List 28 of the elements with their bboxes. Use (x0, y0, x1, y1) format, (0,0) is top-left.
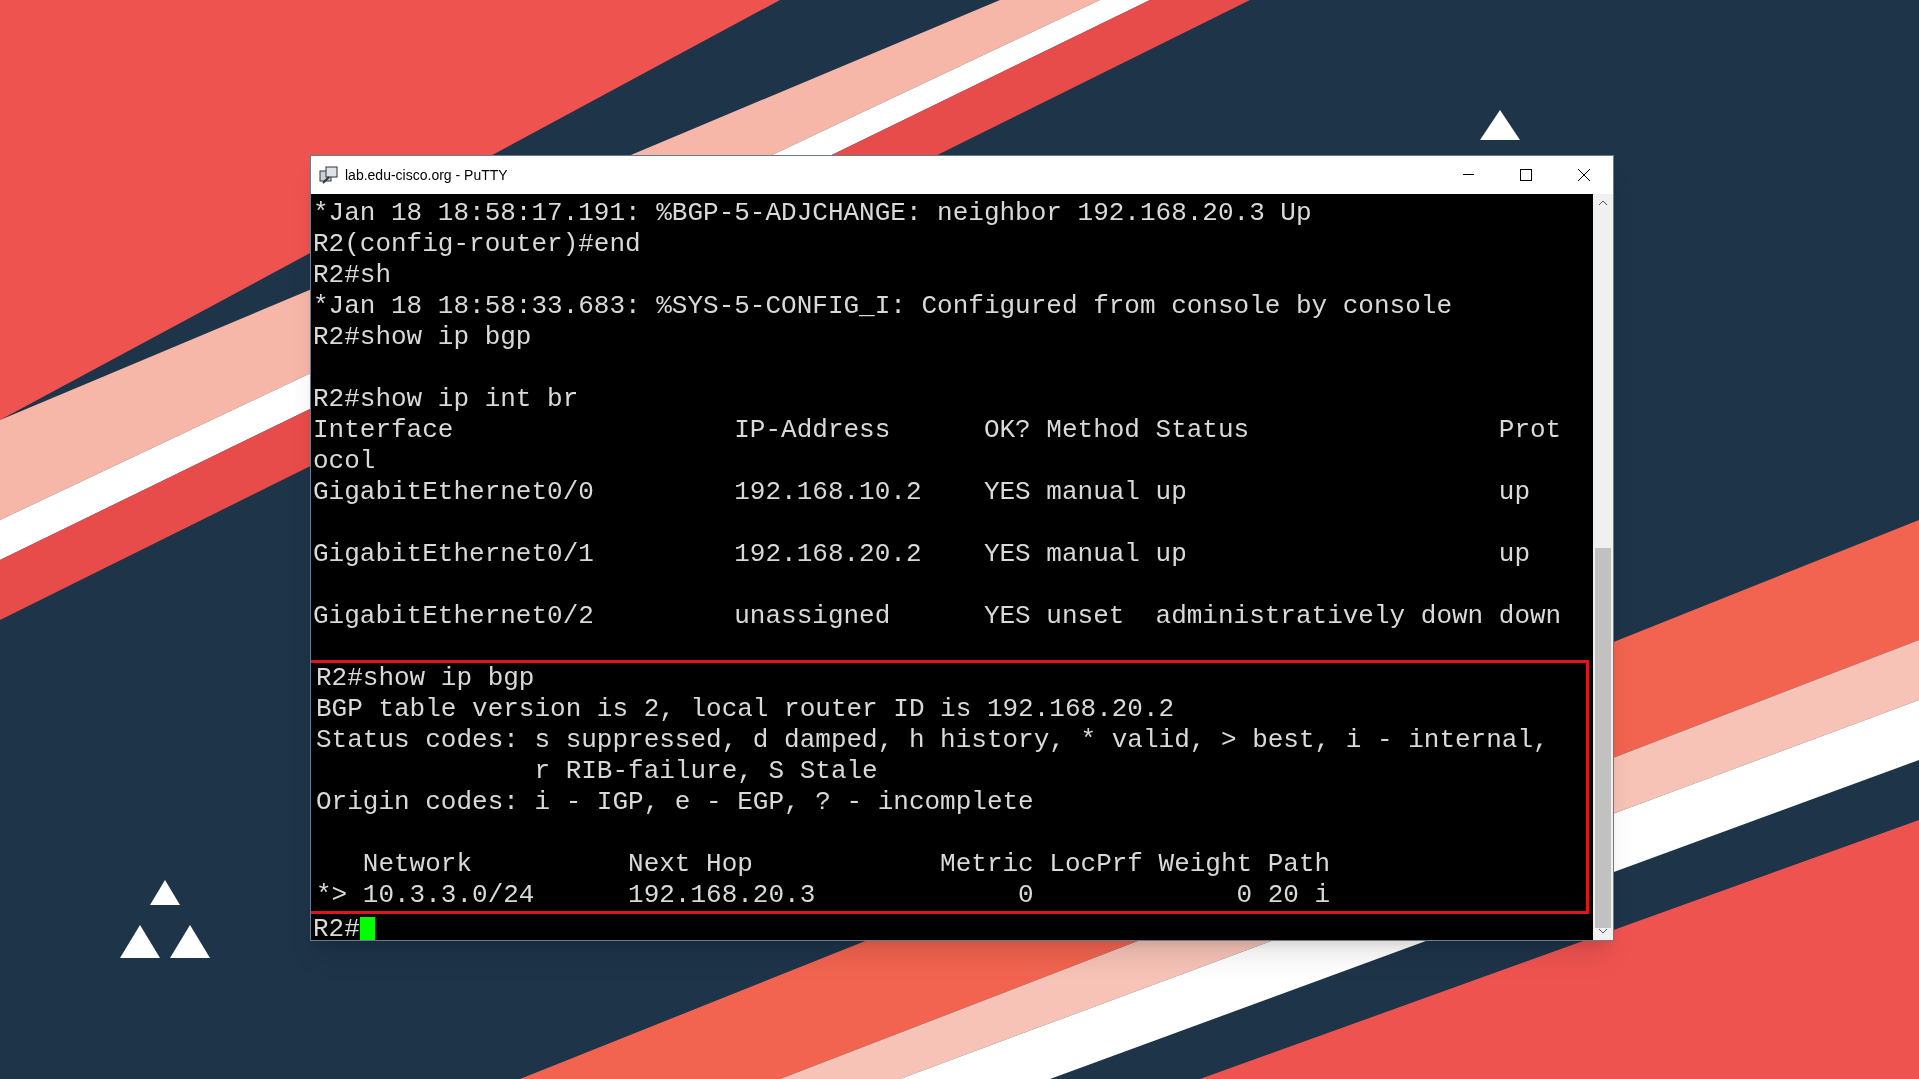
terminal-line: GigabitEthernet0/0 192.168.10.2 YES manual up up (313, 477, 1530, 508)
terminal-line: R2#sh (313, 260, 391, 291)
terminal-line: R2#show ip bgp (316, 663, 535, 694)
terminal-line: BGP table version is 2, local router ID is 192.168.20.2 (316, 694, 1175, 725)
terminal-line: ocol (313, 446, 376, 477)
window-title: lab.edu-cisco.org - PuTTY (345, 165, 508, 185)
terminal-line: r RIB-failure, S Stale (533, 756, 878, 787)
scroll-up-icon (1598, 200, 1608, 206)
terminal-line: Origin codes: i - IGP, e - EGP, ? - incomplete (316, 787, 1034, 818)
close-icon (1578, 169, 1590, 181)
terminal-line: Status codes: s suppressed, d damped, h history, * valid, > best, i - internal, (316, 725, 1549, 756)
scroll-down-icon (1598, 928, 1608, 934)
maximize-icon (1520, 169, 1532, 181)
terminal-line: GigabitEthernet0/1 192.168.20.2 YES manual up up (313, 539, 1530, 570)
terminal-cursor (359, 916, 375, 940)
terminal-line: GigabitEthernet0/2 unassigned YES unset administratively down down (313, 601, 1562, 632)
terminal-line: Network Next Hop Metric LocPrf Weight Path (361, 849, 1331, 880)
terminal-line: *> 10.3.3.0/24 192.168.20.3 0 0 20 i (316, 880, 1331, 911)
terminal-line: *Jan 18 18:58:17.191: %BGP-5-ADJCHANGE: neighbor 192.168.20.3 Up (313, 198, 1312, 229)
minimize-icon (1462, 174, 1474, 176)
scrollbar-thumb[interactable] (1595, 548, 1611, 928)
terminal-prompt: R2# (313, 914, 360, 940)
terminal-line: R2#show ip bgp (313, 322, 532, 353)
terminal-line: R2#show ip int br (313, 384, 579, 415)
terminal-line: Interface IP-Address OK? Method Status Prot (313, 415, 1562, 446)
terminal-line: R2(config-router)#end (313, 229, 641, 260)
putty-app-icon (319, 165, 339, 185)
terminal-line: *Jan 18 18:58:33.683: %SYS-5-CONFIG_I: Configured from console by console (313, 291, 1452, 322)
